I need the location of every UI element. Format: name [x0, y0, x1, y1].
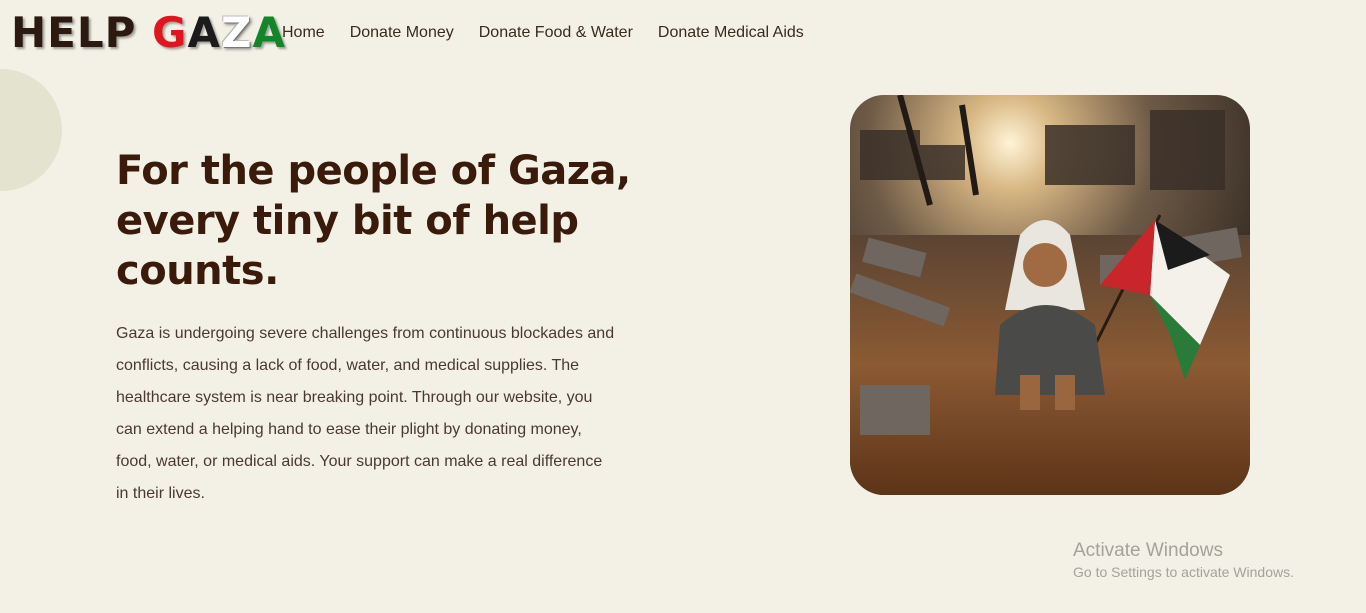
logo-letter-g: G — [152, 8, 188, 57]
activate-windows-watermark: Activate Windows Go to Settings to activ… — [1073, 540, 1294, 582]
logo-letter-a-green: A — [252, 8, 286, 57]
nav-donate-medical-aids[interactable]: Donate Medical Aids — [658, 22, 804, 44]
logo-letter-z: Z — [221, 8, 253, 57]
hero-description: Gaza is undergoing severe challenges fro… — [116, 325, 615, 502]
hero-headline: For the people of Gaza, every tiny bit o… — [116, 148, 631, 294]
site-header: HELP GAZA Home Donate Money Donate Food … — [0, 0, 1366, 70]
watermark-title: Activate Windows — [1073, 540, 1223, 561]
hero-image — [850, 95, 1250, 495]
nav-home[interactable]: Home — [282, 22, 325, 44]
logo-word-help: HELP — [11, 8, 137, 57]
logo-letter-a: A — [187, 8, 222, 57]
watermark-subtitle: Go to Settings to activate Windows. — [1073, 564, 1294, 580]
nav-donate-food-water[interactable]: Donate Food & Water — [479, 22, 633, 44]
site-logo[interactable]: HELP GAZA — [11, 10, 286, 56]
main-nav: Home Donate Money Donate Food & Water Do… — [282, 22, 829, 44]
decorative-circle — [0, 69, 62, 191]
nav-donate-money[interactable]: Donate Money — [350, 22, 454, 44]
